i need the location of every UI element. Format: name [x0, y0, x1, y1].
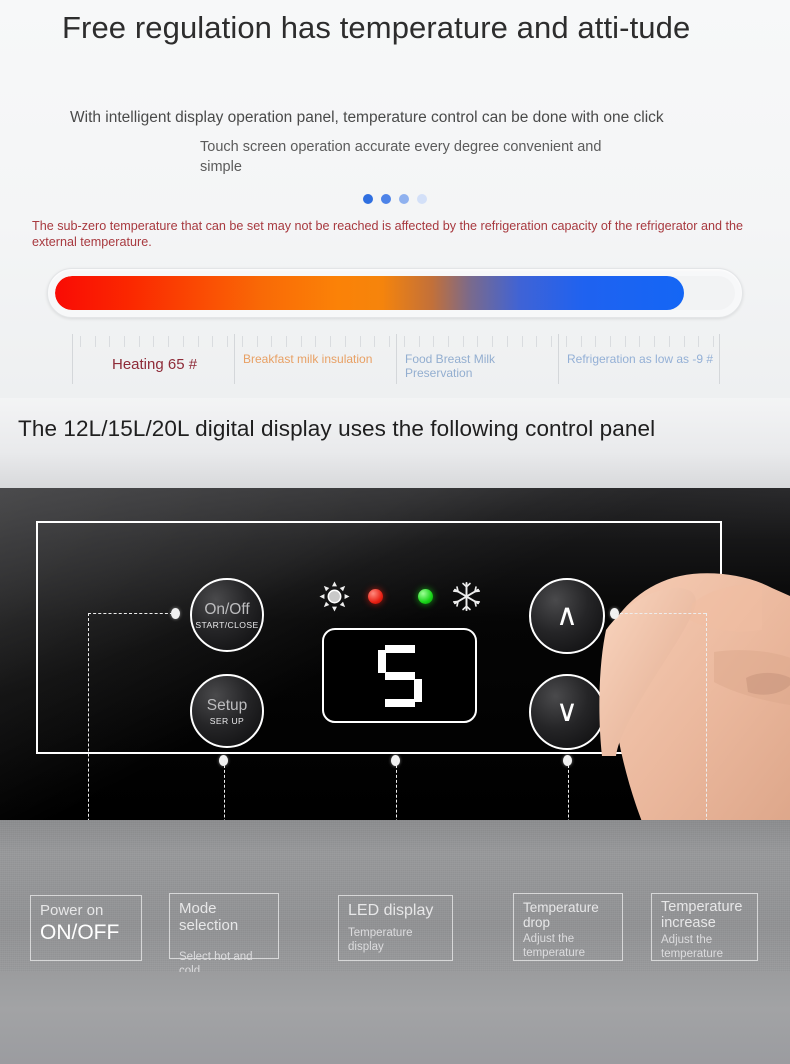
- sun-icon: [319, 581, 350, 612]
- segment-g: [384, 671, 415, 680]
- callout-title: Power on: [40, 902, 104, 919]
- scale-label: Heating 65 #: [112, 356, 198, 373]
- carousel-dots[interactable]: [0, 194, 790, 204]
- scale-ticks: [80, 336, 228, 347]
- callout-temp-drop: Temperature drop Adjust the temperature: [513, 893, 623, 961]
- segment-a: [384, 644, 415, 653]
- setup-button[interactable]: Setup SER UP: [190, 674, 264, 748]
- callout-temp-up: Temperature increase Adjust the temperat…: [651, 893, 758, 961]
- control-panel-header-band: [0, 398, 790, 488]
- segment-d: [384, 698, 415, 707]
- hand-photo: [599, 573, 790, 850]
- scale-segment: Heating 65 #: [72, 334, 234, 388]
- dot-4[interactable]: [417, 194, 427, 204]
- dot-2[interactable]: [381, 194, 391, 204]
- snowflake-icon: [451, 581, 482, 612]
- callout-sub: Temperature display: [348, 927, 413, 953]
- hero-subtitle-secondary: Touch screen operation accurate every de…: [200, 139, 602, 175]
- scale-ticks: [242, 336, 390, 347]
- callout-strong: ON/OFF: [40, 921, 120, 944]
- callout-sub: Adjust the temperature: [523, 933, 586, 959]
- callout-sub: Adjust the temperature: [661, 934, 724, 960]
- scale-label: Breakfast milk insulation: [243, 352, 373, 366]
- setup-button-sublabel: SER UP: [209, 715, 245, 726]
- scale-ticks: [566, 336, 714, 347]
- seven-segment-digit: [377, 644, 422, 707]
- slider-gradient-fill: [55, 276, 684, 310]
- scale-segment: Food Breast Milk Preservation: [396, 334, 558, 388]
- callout-led: LED display Temperature display: [338, 895, 453, 961]
- page-title: Free regulation has temperature and atti…: [62, 10, 691, 45]
- chevron-up-icon: ∧: [556, 599, 578, 632]
- hero-subtitle-primary: With intelligent display operation panel…: [70, 109, 664, 126]
- callout-title: LED display: [348, 902, 434, 919]
- scale-ticks: [404, 336, 552, 347]
- segment-f: [377, 649, 386, 673]
- scale-segment: Breakfast milk insulation: [234, 334, 396, 388]
- scale-label: Food Breast Milk Preservation: [405, 352, 496, 380]
- callout-title: Temperature drop: [523, 900, 599, 930]
- callout-title: Temperature increase: [661, 899, 743, 931]
- hero-section: Free regulation has temperature and atti…: [0, 0, 790, 398]
- dot-3[interactable]: [399, 194, 409, 204]
- temperature-down-button[interactable]: ∨: [529, 674, 605, 750]
- section-title-control-panel: The 12L/15L/20L digital display uses the…: [18, 416, 656, 441]
- temperature-scale: Heating 65 # Breakfast milk insulation Foo…: [72, 334, 720, 388]
- temperature-up-button[interactable]: ∧: [529, 578, 605, 654]
- green-led-indicator: [418, 589, 433, 604]
- slider-track: [55, 276, 735, 310]
- connector-line: [615, 613, 706, 614]
- footer-instructions: Press the set key first and then press t…: [0, 972, 790, 1064]
- callout-power-on: Power on ON/OFF: [30, 895, 142, 961]
- callout-mode: Mode selection Select hot and cold: [169, 893, 279, 977]
- on-off-button-sublabel: START/CLOSE: [195, 619, 259, 630]
- chevron-down-icon: ∨: [556, 695, 578, 728]
- scale-segment: Refrigeration as low as -9 #: [558, 334, 720, 388]
- segment-c: [413, 678, 422, 702]
- on-off-button-label: On/Off: [204, 600, 250, 618]
- connector-line: [88, 613, 173, 614]
- dot-1[interactable]: [363, 194, 373, 204]
- temperature-range-slider[interactable]: [47, 268, 743, 318]
- refrigeration-warning-text: The sub-zero temperature that can be set…: [32, 219, 744, 249]
- scale-label: Refrigeration as low as -9 #: [567, 352, 714, 366]
- setup-button-label: Setup: [206, 696, 248, 714]
- red-led-indicator: [368, 589, 383, 604]
- callout-title: Mode selection: [179, 900, 239, 934]
- on-off-button[interactable]: On/Off START/CLOSE: [190, 578, 264, 652]
- led-display: [322, 628, 477, 723]
